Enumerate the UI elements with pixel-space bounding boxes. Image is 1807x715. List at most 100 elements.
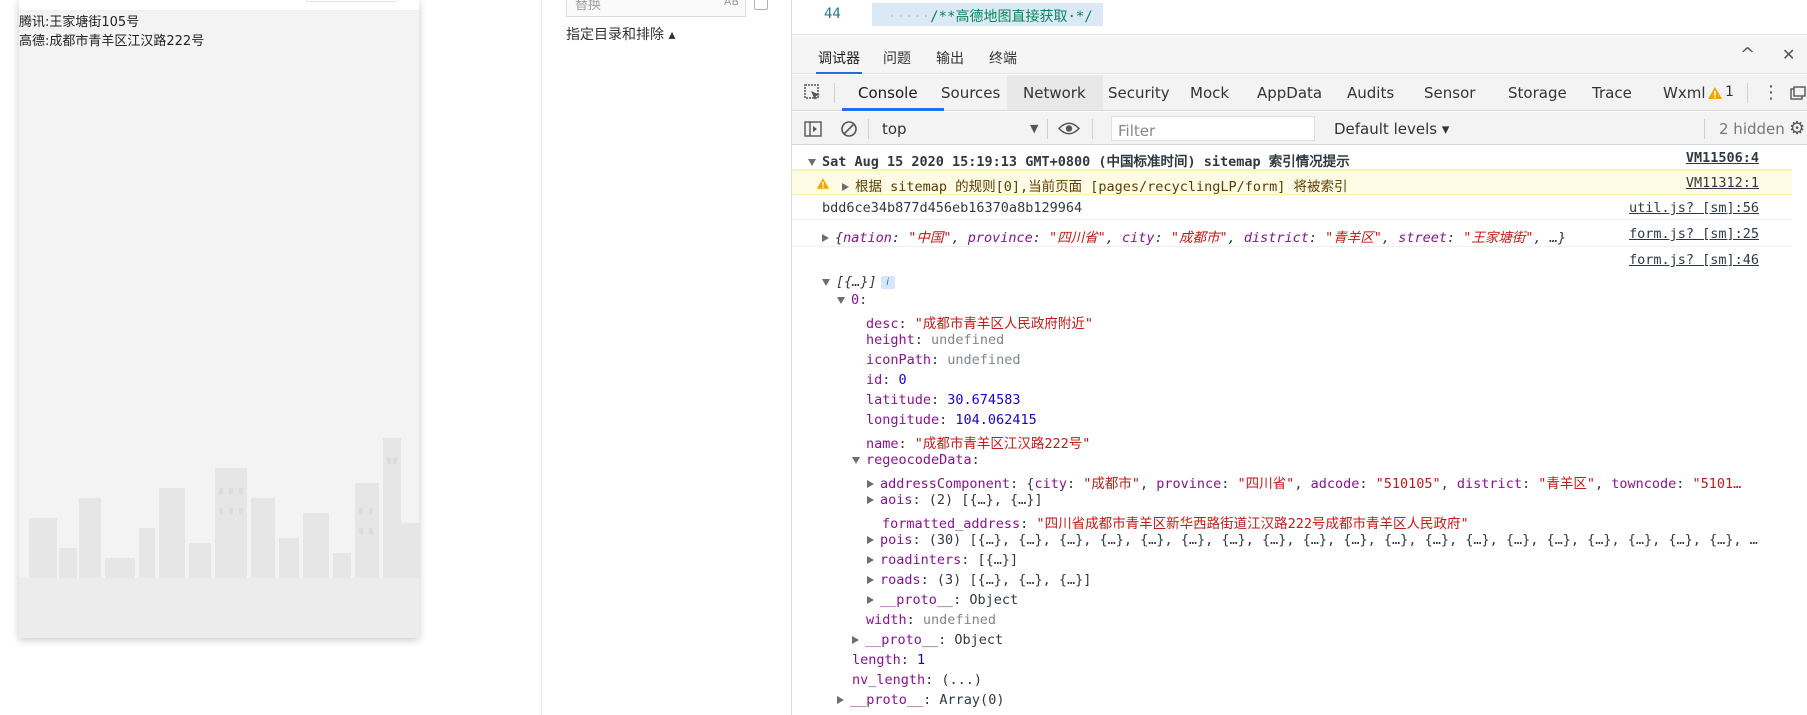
tree-val: "510105"	[1375, 476, 1441, 492]
tree-key: addressComponent	[880, 476, 1011, 492]
eye-icon[interactable]	[1058, 121, 1080, 136]
dir-exclude-link[interactable]: 指定目录和排除 ▴	[566, 24, 675, 44]
undock-icon[interactable]	[1790, 86, 1806, 100]
expand-arrow-icon[interactable]	[852, 456, 860, 464]
tree-val: Object	[969, 592, 1019, 608]
context-selector[interactable]: top	[882, 120, 907, 138]
tree-key: latitude	[866, 392, 932, 408]
log-row-object[interactable]: {nation: "中国", province: "四川省", city: "成…	[792, 221, 1792, 247]
obj-val: "中国"	[908, 230, 952, 246]
tree-val: 104.062415	[955, 412, 1037, 428]
sidebar-toggle-icon[interactable]	[804, 121, 822, 137]
panel-tab-bar: 调试器 问题 输出 终端 ^ ✕	[792, 36, 1807, 74]
city-skyline-illustration	[19, 438, 419, 638]
expand-arrow-icon[interactable]	[867, 496, 874, 504]
inspect-element-icon[interactable]	[804, 84, 822, 102]
warning-row[interactable]: 根据 sitemap 的规则[0],当前页面 [pages/recyclingL…	[792, 170, 1792, 195]
replace-placeholder: 替换	[575, 0, 602, 13]
source-link[interactable]: util.js? [sm]:56	[1629, 200, 1759, 216]
tab-network[interactable]: Network	[1023, 84, 1086, 102]
obj-val: "王家塘街"	[1463, 230, 1534, 246]
source-link[interactable]: VM11506:4	[1686, 150, 1759, 166]
tab-appdata[interactable]: AppData	[1257, 84, 1322, 102]
devtools-tab-bar: Console Sources Network Security Mock Ap…	[792, 75, 1807, 111]
tree-key: iconPath	[866, 352, 932, 368]
tab-wxml[interactable]: Wxml	[1663, 84, 1706, 102]
tab-storage[interactable]: Storage	[1508, 84, 1567, 102]
active-panel-tab-indicator	[816, 72, 862, 74]
obj-key: street	[1398, 230, 1447, 246]
replace-all-icon[interactable]	[754, 0, 768, 10]
tree-key: aois	[880, 492, 913, 508]
tab-security[interactable]: Security	[1108, 84, 1170, 102]
more-options-icon[interactable]: ⋮	[1762, 82, 1780, 103]
source-link[interactable]: form.js? [sm]:25	[1629, 226, 1759, 242]
expand-arrow-icon[interactable]	[852, 636, 859, 644]
log-levels-dropdown[interactable]: Default levels ▾	[1334, 120, 1449, 138]
expand-arrow-icon[interactable]	[867, 536, 874, 544]
collapse-panel-icon[interactable]: ^	[1740, 44, 1755, 65]
expand-arrow-icon[interactable]	[808, 158, 816, 166]
simulator-search-pill[interactable]	[304, 0, 399, 2]
tab-separator	[1747, 83, 1748, 103]
clear-console-icon[interactable]	[840, 120, 858, 138]
expand-arrow-icon[interactable]	[822, 234, 829, 242]
tree-val: "成都市"	[1083, 476, 1140, 492]
amap-address-line: 高德:成都市青羊区江汉路222号	[19, 30, 204, 49]
tree-val: Array(0)	[939, 692, 1005, 708]
warning-count[interactable]: 1	[1725, 84, 1734, 100]
array-preview: [{…}]	[836, 274, 877, 290]
log-row-id[interactable]: bdd6ce34b877d456eb16370a8b129964 util.js…	[792, 196, 1792, 220]
group-header-text: Sat Aug 15 2020 15:19:13 GMT+0800 (中国标准时…	[822, 154, 1350, 170]
amap-label: 高德:	[19, 34, 50, 49]
warning-text: 根据 sitemap 的规则[0],当前页面 [pages/recyclingL…	[855, 179, 1348, 195]
expand-arrow-icon[interactable]	[867, 556, 874, 564]
tree-key: __proto__	[880, 592, 954, 608]
tab-output[interactable]: 输出	[936, 48, 964, 68]
toolbar-separator	[1704, 119, 1705, 139]
expand-arrow-icon[interactable]	[842, 183, 849, 191]
console-output[interactable]: Sat Aug 15 2020 15:19:13 GMT+0800 (中国标准时…	[792, 146, 1807, 715]
expand-arrow-icon[interactable]	[867, 480, 874, 488]
tab-audits[interactable]: Audits	[1347, 84, 1394, 102]
expand-arrow-icon[interactable]	[867, 596, 874, 604]
info-icon[interactable]: i	[880, 275, 895, 289]
tab-trace[interactable]: Trace	[1592, 84, 1632, 102]
source-link[interactable]: form.js? [sm]:46	[1629, 252, 1759, 268]
line-number: 44	[824, 6, 841, 22]
source-link[interactable]: VM11312:1	[1686, 175, 1759, 191]
expand-arrow-icon[interactable]	[837, 696, 844, 704]
chevron-down-icon[interactable]: ▼	[1030, 122, 1038, 135]
code-editor[interactable]: 44 ·····/**高德地图直接获取·*/	[792, 0, 1807, 35]
warning-icon[interactable]	[1707, 86, 1723, 100]
obj-key: district	[1243, 230, 1309, 246]
code-line-comment[interactable]: ·····/**高德地图直接获取·*/	[872, 3, 1103, 26]
tencent-address-line: 腾讯:王家塘街105号	[19, 11, 139, 30]
expand-arrow-icon[interactable]	[822, 278, 830, 286]
replace-input[interactable]: 替换 AB	[566, 0, 746, 17]
tree-val: "四川省成都市青羊区新华西路街道江汉路222号成都市青羊区人民政府"	[1036, 516, 1469, 532]
tab-problems[interactable]: 问题	[883, 48, 911, 68]
tab-debugger[interactable]: 调试器	[818, 48, 860, 68]
tab-sources[interactable]: Sources	[941, 84, 1000, 102]
tree-val: "青羊区"	[1538, 476, 1595, 492]
filter-input[interactable]: Filter	[1111, 116, 1315, 141]
group-header-row[interactable]: Sat Aug 15 2020 15:19:13 GMT+0800 (中国标准时…	[792, 146, 1792, 170]
tree-key: longitude	[866, 412, 940, 428]
tree-val: "四川省"	[1237, 476, 1295, 492]
tab-sensor[interactable]: Sensor	[1424, 84, 1475, 102]
tree-val: 1	[917, 652, 926, 668]
tab-terminal[interactable]: 终端	[989, 48, 1017, 68]
tree-key: pois	[880, 532, 913, 548]
code-comment: /**高德地图直接获取·*/	[930, 9, 1093, 25]
gear-icon[interactable]: ⚙	[1789, 118, 1805, 139]
tree-val: (...)	[941, 672, 983, 688]
tab-mock[interactable]: Mock	[1190, 84, 1229, 102]
expand-arrow-icon[interactable]	[867, 576, 874, 584]
close-panel-icon[interactable]: ✕	[1782, 45, 1795, 64]
tree-val: undefined	[922, 612, 997, 628]
tab-console[interactable]: Console	[858, 84, 918, 102]
filter-placeholder: Filter	[1118, 122, 1156, 140]
expand-arrow-icon[interactable]	[837, 296, 845, 304]
preserve-case-toggle[interactable]: AB	[724, 0, 739, 8]
